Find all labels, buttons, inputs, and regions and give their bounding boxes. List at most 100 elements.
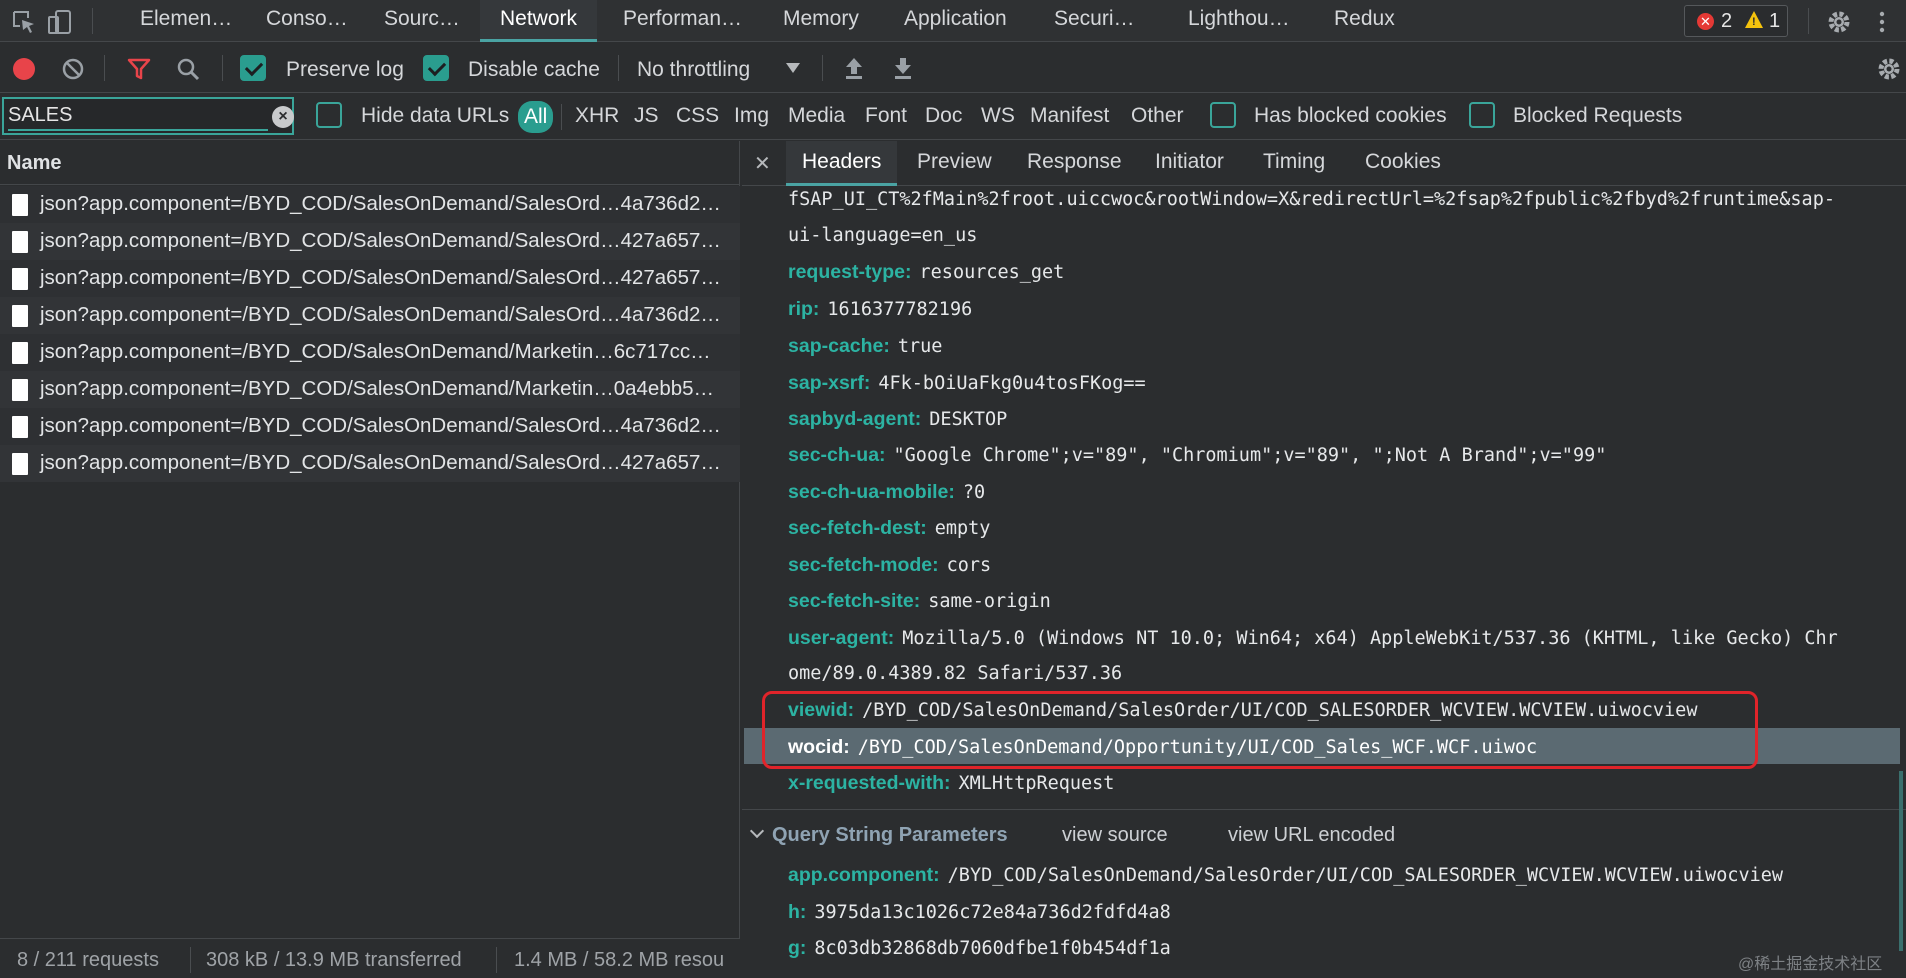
header-row: sap-xsrf: 4Fk-bOiUaFkg0u4tosFKog== — [788, 372, 1146, 395]
divider — [222, 55, 223, 81]
filter-type-doc[interactable]: Doc — [925, 104, 962, 128]
dropdown-arrow-icon[interactable] — [785, 62, 801, 74]
transferred-size: 308 kB / 13.9 MB transferred — [206, 949, 462, 971]
request-row[interactable]: json?app.component=/BYD_COD/SalesOnDeman… — [0, 371, 740, 408]
network-settings-gear-icon[interactable] — [1875, 55, 1903, 83]
header-value: true — [897, 336, 943, 357]
tab-lighthouse[interactable]: Lighthou… — [1188, 0, 1290, 42]
param-value: /BYD_COD/SalesOnDemand/SalesOrder/UI/COD… — [947, 865, 1784, 886]
has-blocked-cookies-checkbox[interactable] — [1210, 102, 1236, 128]
filter-type-js[interactable]: JS — [634, 104, 659, 128]
request-row[interactable]: json?app.component=/BYD_COD/SalesOnDeman… — [0, 260, 740, 297]
request-name: json?app.component=/BYD_COD/SalesOnDeman… — [40, 266, 721, 289]
tab-application[interactable]: Application — [904, 0, 1007, 42]
tab-console[interactable]: Conso… — [266, 0, 348, 42]
hide-data-urls-checkbox[interactable] — [316, 102, 342, 128]
tab-timing[interactable]: Timing — [1263, 141, 1325, 186]
filter-type-manifest[interactable]: Manifest — [1030, 104, 1109, 128]
header-key: sap-xsrf: — [788, 372, 871, 394]
disable-cache-checkbox[interactable] — [423, 55, 449, 81]
divider — [1808, 8, 1809, 34]
request-row[interactable]: json?app.component=/BYD_COD/SalesOnDeman… — [0, 408, 740, 445]
tab-security[interactable]: Securi… — [1054, 0, 1135, 42]
blocked-requests-checkbox[interactable] — [1469, 102, 1495, 128]
view-source-link[interactable]: view source — [1062, 824, 1168, 847]
settings-gear-icon[interactable] — [1825, 8, 1853, 36]
filter-type-ws[interactable]: WS — [981, 104, 1015, 128]
filter-type-img[interactable]: Img — [734, 104, 769, 128]
tab-memory[interactable]: Memory — [783, 0, 859, 42]
header-row: x-requested-with: XMLHttpRequest — [788, 772, 1114, 795]
tab-headers[interactable]: Headers — [786, 141, 898, 186]
request-row[interactable]: json?app.component=/BYD_COD/SalesOnDeman… — [0, 223, 740, 260]
header-key: request-type: — [788, 261, 912, 283]
warning-mark: ! — [1752, 16, 1756, 28]
header-value: DESKTOP — [929, 409, 1008, 430]
tab-sources[interactable]: Sourc… — [384, 0, 460, 42]
divider — [190, 947, 191, 973]
throttling-select[interactable]: No throttling — [637, 58, 750, 82]
tab-network[interactable]: Network — [480, 0, 598, 42]
header-value-continuation: ome/89.0.4389.82 Safari/537.36 — [788, 663, 1123, 684]
request-row[interactable]: json?app.component=/BYD_COD/SalesOnDeman… — [0, 186, 740, 223]
clear-icon[interactable] — [61, 57, 85, 81]
close-details-icon[interactable]: ✕ — [754, 151, 771, 176]
header-value: 4Fk-bOiUaFkg0u4tosFKog== — [878, 373, 1146, 394]
header-key: sapbyd-agent: — [788, 408, 922, 430]
view-url-encoded-link[interactable]: view URL encoded — [1228, 824, 1395, 847]
request-row[interactable]: json?app.component=/BYD_COD/SalesOnDeman… — [0, 334, 740, 371]
request-name: json?app.component=/BYD_COD/SalesOnDeman… — [40, 414, 721, 437]
tab-performance[interactable]: Performan… — [623, 0, 742, 42]
blocked-requests-label: Blocked Requests — [1513, 104, 1683, 127]
header-row: request-type: resources_get — [788, 261, 1064, 284]
file-icon — [12, 379, 28, 401]
record-button[interactable] — [13, 58, 35, 80]
tab-preview[interactable]: Preview — [917, 141, 992, 186]
param-value: 8c03db32868db7060dfbe1f0b454df1a — [814, 938, 1171, 959]
header-key: sec-ch-ua-mobile: — [788, 481, 955, 503]
request-row[interactable]: json?app.component=/BYD_COD/SalesOnDeman… — [0, 445, 740, 482]
more-options-icon[interactable] — [1868, 8, 1896, 36]
divider — [618, 55, 619, 81]
header-value: resources_get — [919, 262, 1065, 283]
divider — [496, 947, 497, 973]
tab-cookies[interactable]: Cookies — [1365, 141, 1441, 186]
name-column-header[interactable]: Name — [0, 141, 740, 185]
query-string-section-title[interactable]: Query String Parameters — [772, 824, 1008, 847]
search-icon[interactable] — [175, 56, 201, 82]
request-name: json?app.component=/BYD_COD/SalesOnDeman… — [40, 229, 721, 252]
preserve-log-label: Preserve log — [286, 58, 404, 81]
tab-elements[interactable]: Elemen… — [140, 0, 232, 42]
scrollbar[interactable] — [1899, 771, 1903, 951]
header-value: Mozilla/5.0 (Windows NT 10.0; Win64; x64… — [902, 628, 1838, 649]
param-key: h: — [788, 901, 807, 923]
header-row: sec-ch-ua-mobile: ?0 — [788, 481, 985, 504]
filter-type-css[interactable]: CSS — [676, 104, 719, 128]
request-row[interactable]: json?app.component=/BYD_COD/SalesOnDeman… — [0, 297, 740, 334]
filter-type-font[interactable]: Font — [865, 104, 907, 128]
tab-initiator[interactable]: Initiator — [1155, 141, 1224, 186]
name-column-label: Name — [7, 152, 62, 174]
tab-response[interactable]: Response — [1027, 141, 1122, 186]
filter-type-all[interactable]: All — [518, 101, 554, 133]
warning-count: 1 — [1769, 10, 1781, 32]
filter-type-xhr[interactable]: XHR — [575, 104, 619, 128]
preserve-log-checkbox[interactable] — [240, 55, 266, 81]
tab-redux[interactable]: Redux — [1334, 0, 1395, 42]
import-har-icon[interactable] — [842, 55, 866, 81]
param-value: 3975da13c1026c72e84a736d2fdfd4a8 — [814, 902, 1171, 923]
filter-field: × — [2, 97, 294, 135]
filter-icon[interactable] — [126, 56, 152, 82]
export-har-icon[interactable] — [891, 55, 915, 81]
header-key: user-agent: — [788, 627, 895, 649]
filter-type-media[interactable]: Media — [788, 104, 845, 128]
filter-type-other[interactable]: Other — [1131, 104, 1184, 128]
resources-size: 1.4 MB / 58.2 MB resou — [514, 949, 725, 971]
issues-counter[interactable]: ✕ 2 ! 1 — [1684, 5, 1788, 37]
clear-filter-icon[interactable]: × — [272, 106, 294, 128]
chevron-down-icon[interactable] — [749, 823, 765, 839]
inspect-element-icon[interactable] — [10, 8, 38, 36]
filter-input[interactable] — [8, 101, 268, 131]
header-value: XMLHttpRequest — [958, 773, 1115, 794]
device-toolbar-icon[interactable] — [46, 8, 74, 36]
